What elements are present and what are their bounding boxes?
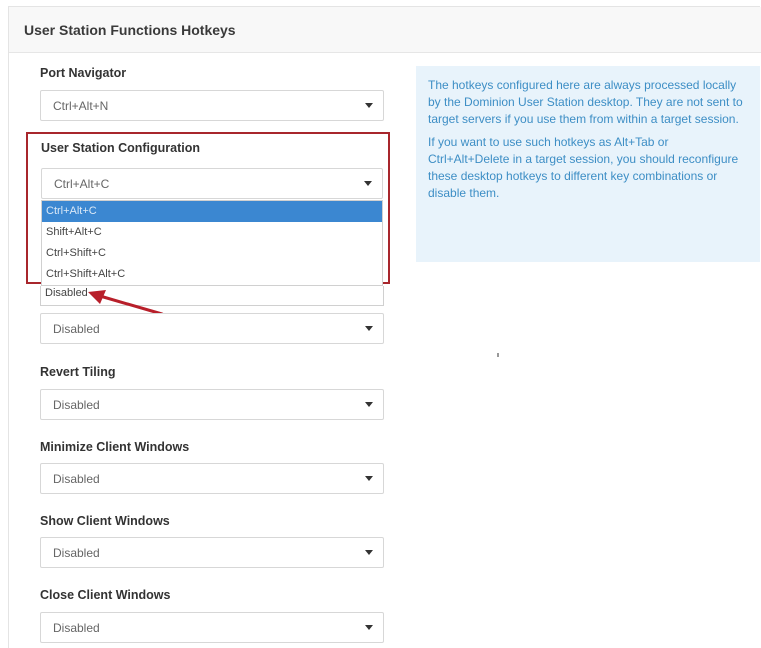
show-client-windows-select[interactable]: Disabled (40, 537, 384, 568)
revert-tiling-select[interactable]: Disabled (40, 389, 384, 420)
port-navigator-label: Port Navigator (40, 66, 127, 80)
dropdown-option[interactable]: Ctrl+Shift+Alt+C (42, 264, 382, 285)
cursor-mark (497, 353, 499, 357)
info-box: The hotkeys configured here are always p… (416, 66, 760, 262)
close-client-windows-select[interactable]: Disabled (40, 612, 384, 643)
panel-title: User Station Functions Hotkeys (24, 22, 236, 38)
show-client-windows-value: Disabled (53, 546, 100, 560)
caret-down-icon (365, 625, 373, 630)
panel-header: User Station Functions Hotkeys (9, 7, 761, 53)
port-navigator-value: Ctrl+Alt+N (53, 99, 109, 113)
caret-down-icon (365, 476, 373, 481)
dropdown-option[interactable]: Ctrl+Shift+C (42, 243, 382, 264)
dropdown-list: Ctrl+Alt+C Shift+Alt+C Ctrl+Shift+C Ctrl… (41, 200, 383, 286)
minimize-client-windows-value: Disabled (53, 472, 100, 486)
close-client-windows-label: Close Client Windows (40, 588, 171, 602)
info-paragraph: If you want to use such hotkeys as Alt+T… (428, 135, 739, 200)
user-station-configuration-select[interactable]: Ctrl+Alt+C (41, 168, 383, 199)
hidden-label-select-value: Disabled (53, 322, 100, 336)
user-station-configuration-label: User Station Configuration (41, 141, 201, 155)
user-station-configuration-value: Ctrl+Alt+C (54, 177, 110, 191)
minimize-client-windows-label: Minimize Client Windows (40, 440, 190, 454)
info-paragraph: The hotkeys configured here are always p… (428, 78, 743, 126)
close-client-windows-value: Disabled (53, 621, 100, 635)
caret-down-icon (364, 181, 372, 186)
caret-down-icon (365, 402, 373, 407)
caret-down-icon (365, 550, 373, 555)
caret-down-icon (365, 326, 373, 331)
minimize-client-windows-select[interactable]: Disabled (40, 463, 384, 494)
caret-down-icon (365, 103, 373, 108)
revert-tiling-value: Disabled (53, 398, 100, 412)
revert-tiling-label: Revert Tiling (40, 365, 116, 379)
highlight-box: User Station Configuration Ctrl+Alt+C Ct… (26, 132, 390, 286)
port-navigator-select[interactable]: Ctrl+Alt+N (40, 90, 384, 121)
dropdown-option[interactable]: Ctrl+Alt+C (42, 201, 382, 222)
show-client-windows-label: Show Client Windows (40, 514, 170, 528)
hidden-label-select[interactable]: Disabled (40, 313, 384, 344)
dropdown-option[interactable]: Shift+Alt+C (42, 222, 382, 243)
